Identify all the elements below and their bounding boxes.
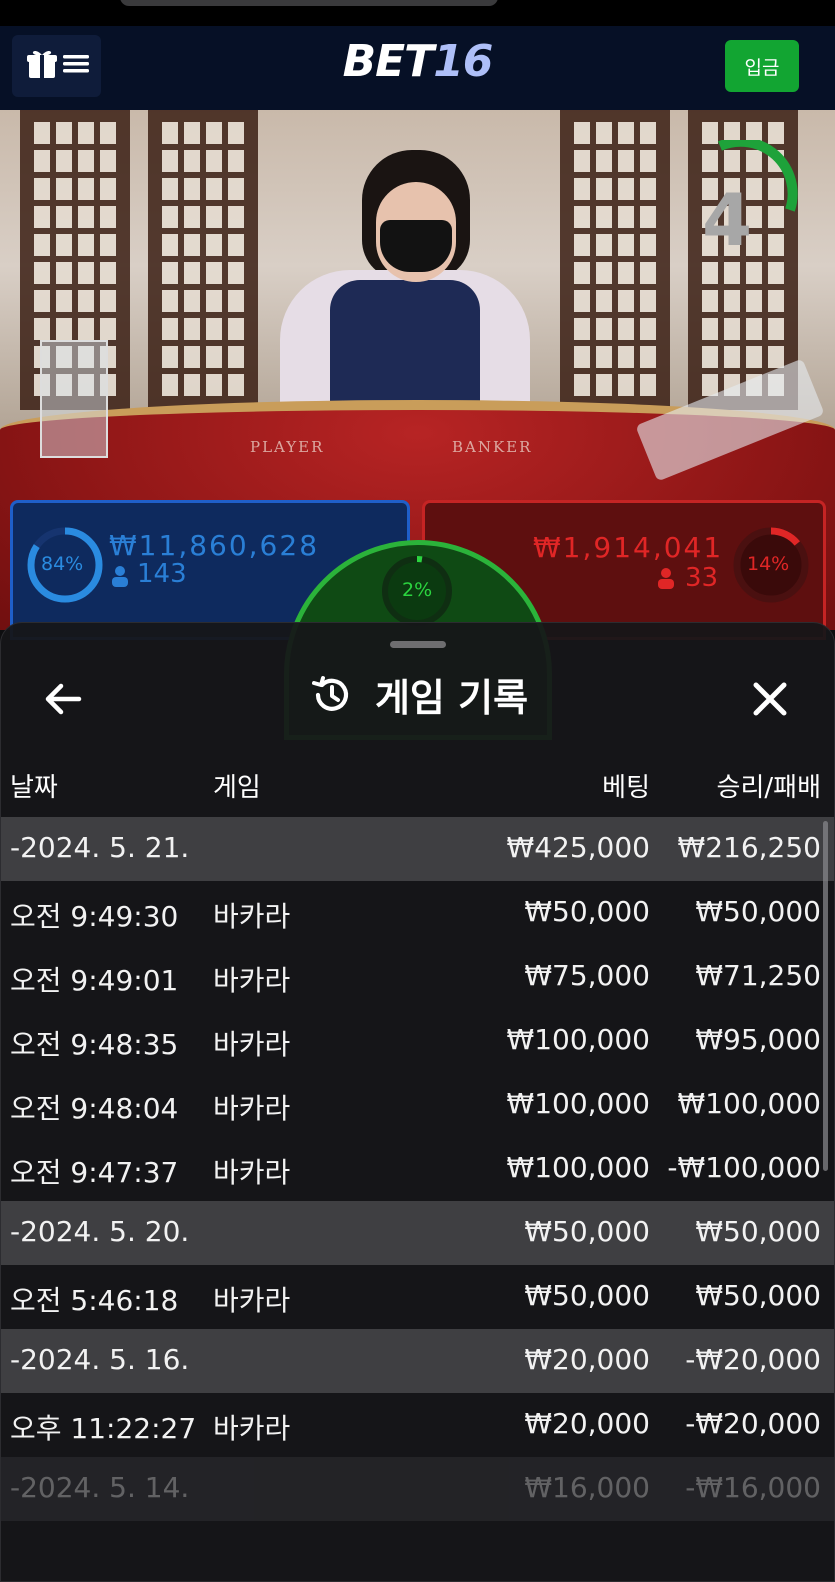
row-win-loss: -₩20,000 [685, 1407, 821, 1440]
column-win-loss[interactable]: 승리/패배 [717, 767, 821, 804]
row-win-loss: ₩50,000 [695, 895, 821, 928]
row-time: 오전 9:48:35 [10, 1028, 179, 1061]
brand-logo[interactable]: BET16 [0, 36, 835, 87]
row-win-loss: ₩216,250 [677, 831, 821, 864]
history-row[interactable]: 오전 9:49:30 바카라 ₩50,000 ₩50,000 [1, 881, 834, 945]
row-win-loss: ₩95,000 [695, 1023, 821, 1056]
date-group-row[interactable]: -2024. 5. 20. ₩50,000 ₩50,000 [1, 1201, 834, 1265]
row-bet-amount: ₩20,000 [524, 1343, 650, 1376]
row-bet-amount: ₩50,000 [524, 1215, 650, 1248]
sheet-drag-handle[interactable] [390, 641, 446, 648]
deposit-button[interactable]: 입금 [725, 40, 799, 92]
player-bettor-count: 143 [137, 559, 187, 589]
row-bet-amount: ₩50,000 [524, 1279, 650, 1312]
row-game: 바카라 [213, 1156, 291, 1189]
row-bet-amount: ₩100,000 [506, 1023, 650, 1056]
row-win-loss: -₩20,000 [685, 1343, 821, 1376]
row-game: 바카라 [213, 1028, 291, 1061]
tie-ratio: 2% [402, 579, 433, 601]
column-game[interactable]: 게임 [213, 767, 261, 804]
history-icon [311, 675, 349, 711]
sheet-title: 게임 기록 [374, 676, 529, 720]
row-win-loss: -₩100,000 [667, 1151, 821, 1184]
row-game: 바카라 [213, 900, 291, 933]
decor-screen [560, 110, 670, 410]
row-win-loss: ₩100,000 [677, 1087, 821, 1120]
row-time: 오후 11:22:27 [10, 1412, 197, 1445]
row-bet-amount: ₩20,000 [524, 1407, 650, 1440]
history-row[interactable]: 오전 9:47:37 바카라 ₩100,000 -₩100,000 [1, 1137, 834, 1201]
close-icon [753, 682, 787, 716]
row-game: 바카라 [213, 1284, 291, 1317]
game-history-sheet: 게임 기록 날짜 게임 베팅 승리/패배 -2024. 5. 21. ₩425,0… [0, 622, 835, 1582]
group-date: -2024. 5. 14. [10, 1471, 190, 1504]
dealer-mask [380, 220, 452, 272]
row-time: 오전 9:48:04 [10, 1092, 179, 1125]
logo-text-16: 16 [433, 36, 493, 87]
history-list: -2024. 5. 21. ₩425,000 ₩216,250 오전 9:49:30 바… [1, 817, 834, 1521]
history-row[interactable]: 오전 9:48:35 바카라 ₩100,000 ₩95,000 [1, 1009, 834, 1073]
row-bet-amount: ₩50,000 [524, 895, 650, 928]
group-date: -2024. 5. 21. [10, 831, 190, 864]
decor-screen [148, 110, 258, 410]
card-holder [40, 340, 108, 458]
status-bar [0, 0, 835, 26]
user-icon [657, 567, 675, 593]
table-label-banker: BANKER [452, 438, 533, 456]
player-ratio: 84% [41, 553, 84, 575]
player-total-amount: ₩11,860,628 [109, 529, 320, 562]
banker-bettor-count: 33 [685, 563, 719, 593]
row-win-loss: ₩50,000 [695, 1279, 821, 1312]
column-date[interactable]: 날짜 [10, 767, 58, 804]
row-win-loss: ₩50,000 [695, 1215, 821, 1248]
history-row[interactable]: 오전 9:49:01 바카라 ₩75,000 ₩71,250 [1, 945, 834, 1009]
banker-ratio: 14% [747, 553, 790, 575]
row-game: 바카라 [213, 964, 291, 997]
table-label-player: PLAYER [250, 438, 325, 456]
group-date: -2024. 5. 20. [10, 1215, 190, 1248]
row-bet-amount: ₩100,000 [506, 1151, 650, 1184]
column-bet[interactable]: 베팅 [602, 767, 650, 804]
row-bet-amount: ₩75,000 [524, 959, 650, 992]
row-time: 오전 9:49:30 [10, 900, 179, 933]
history-row[interactable]: 오전 9:48:04 바카라 ₩100,000 ₩100,000 [1, 1073, 834, 1137]
countdown-timer: 4 [702, 178, 753, 262]
table-header: 날짜 게임 베팅 승리/패배 [1, 763, 834, 813]
row-bet-amount: ₩425,000 [506, 831, 650, 864]
dynamic-island [120, 0, 498, 6]
date-group-row[interactable]: -2024. 5. 21. ₩425,000 ₩216,250 [1, 817, 834, 881]
logo-text-bet: BET [342, 36, 435, 87]
row-time: 오전 5:46:18 [10, 1284, 179, 1317]
app-header: BET16 입금 [0, 26, 835, 110]
row-bet-amount: ₩16,000 [524, 1471, 650, 1504]
row-win-loss: ₩71,250 [695, 959, 821, 992]
row-win-loss: -₩16,000 [685, 1471, 821, 1504]
row-game: 바카라 [213, 1412, 291, 1445]
user-icon [111, 565, 129, 591]
group-date: -2024. 5. 16. [10, 1343, 190, 1376]
history-row[interactable]: 오후 11:22:27 바카라 ₩20,000 -₩20,000 [1, 1393, 834, 1457]
close-button[interactable] [746, 675, 794, 723]
sheet-header: 게임 기록 [1, 663, 834, 733]
history-row[interactable]: 오전 5:46:18 바카라 ₩50,000 ₩50,000 [1, 1265, 834, 1329]
banker-total-amount: ₩1,914,041 [533, 531, 724, 564]
row-time: 오전 9:49:01 [10, 964, 179, 997]
row-game: 바카라 [213, 1092, 291, 1125]
row-time: 오전 9:47:37 [10, 1156, 179, 1189]
date-group-row[interactable]: -2024. 5. 16. ₩20,000 -₩20,000 [1, 1329, 834, 1393]
scrollbar[interactable] [823, 821, 828, 1171]
date-group-row[interactable]: -2024. 5. 14. ₩16,000 -₩16,000 [1, 1457, 834, 1521]
row-bet-amount: ₩100,000 [506, 1087, 650, 1120]
